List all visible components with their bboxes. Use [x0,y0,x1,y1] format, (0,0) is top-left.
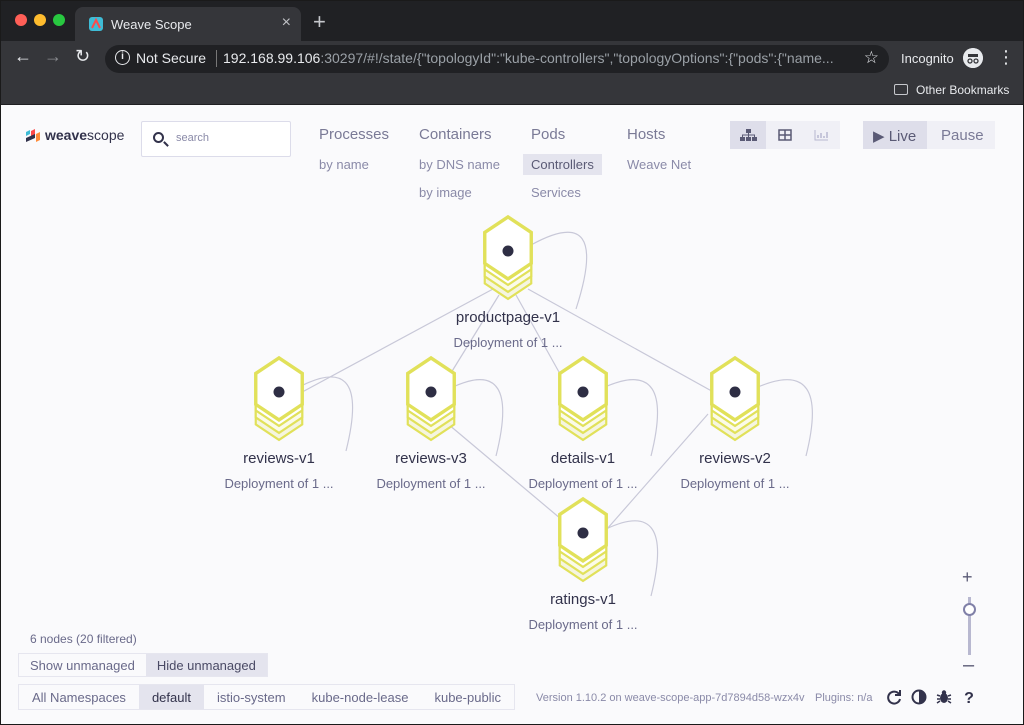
svg-text:?: ? [964,690,974,706]
namespace-all[interactable]: All Namespaces [19,685,139,709]
search-icon [153,132,164,143]
resources-view-icon [814,130,828,141]
topology-processes-by-name[interactable]: by name [319,157,369,172]
url-host: 192.168.99.106 [223,50,321,66]
maximize-window-button[interactable] [53,14,65,26]
url-path: :30297/#!/state/{"topologyId":"kube-cont… [320,50,834,66]
play-icon: ▶ [873,128,885,145]
zoom-out-icon[interactable]: – [963,654,974,677]
node-subtitle-productpage-v1: Deployment of 1 ... [453,335,563,350]
browser-tab[interactable]: Weave Scope × [75,7,301,41]
live-label: Live [888,128,917,145]
namespace-istio-system[interactable]: istio-system [204,685,299,709]
tab-strip: Weave Scope × + [1,1,1023,41]
topology-hosts-label[interactable]: Hosts [627,126,665,143]
topology-pods: Pods Controllers Services [523,126,602,200]
plugins-info: Plugins: n/a [815,692,873,704]
zoom-in-icon[interactable]: + [962,567,973,588]
other-bookmarks-link[interactable]: Other Bookmarks [916,83,1009,97]
logo-weave: weave [45,127,88,143]
table-view-button[interactable] [767,121,803,149]
graph-view-icon [740,129,757,141]
folder-icon [894,84,908,95]
bookmark-star-icon[interactable]: ☆ [864,48,879,68]
zoom-slider-thumb[interactable] [963,603,976,616]
close-window-button[interactable] [15,14,27,26]
tab-title: Weave Scope [111,17,192,32]
contrast-icon[interactable] [910,688,928,706]
topology-pods-label[interactable]: Pods [531,126,565,143]
logo-text: weavescope [45,127,124,143]
scope-page: weavescope Processes by name Containers … [1,106,1023,724]
topology-hosts-weave-net[interactable]: Weave Net [627,157,691,172]
node-subtitle-ratings-v1: Deployment of 1 ... [528,617,638,632]
close-tab-icon[interactable]: × [282,14,291,32]
debug-bug-icon[interactable] [935,688,953,706]
live-button[interactable]: ▶ Live [863,121,927,149]
topology-processes: Processes by name [319,126,389,172]
search-box[interactable] [141,121,291,157]
version-info: Version 1.10.2 on weave-scope-app-7d7894… [536,692,805,704]
node-label-reviews-v2[interactable]: reviews-v2 [635,450,835,467]
back-icon[interactable]: ← [14,46,32,67]
namespace-kube-public[interactable]: kube-public [421,685,514,709]
weave-logo-icon [26,129,40,142]
show-unmanaged-button[interactable]: Show unmanaged [19,654,146,676]
node-count: 6 nodes (20 filtered) [30,632,137,646]
node-label-ratings-v1[interactable]: ratings-v1 [483,591,683,608]
topology-containers: Containers by DNS name by image [419,126,500,200]
logo-scope: scope [87,127,125,143]
unmanaged-toggle: Show unmanaged Hide unmanaged [18,653,268,677]
view-mode-selector [730,121,840,149]
minimize-window-button[interactable] [34,14,46,26]
topology-hosts: Hosts Weave Net [627,126,691,172]
info-icon[interactable]: i [115,50,130,65]
address-bar[interactable]: i Not Secure 192.168.99.106:30297/#!/sta… [105,45,889,73]
namespace-kube-node-lease[interactable]: kube-node-lease [299,685,422,709]
topology-processes-label[interactable]: Processes [319,126,389,143]
live-pause-control: ▶ Live Pause [863,121,995,149]
node-subtitle-reviews-v2: Deployment of 1 ... [680,476,790,491]
browser-window: Weave Scope × + ← → ↻ i Not Secure 192.1… [0,0,1024,725]
table-view-icon [778,129,792,141]
topology-containers-by-image[interactable]: by image [419,185,472,200]
help-icon[interactable]: ? [960,688,978,706]
url-text[interactable]: 192.168.99.106:30297/#!/state/{"topology… [223,50,859,66]
topology-containers-label[interactable]: Containers [419,126,492,143]
pause-button[interactable]: Pause [941,127,984,144]
topology-pods-services[interactable]: Services [531,185,581,200]
incognito-icon[interactable] [963,48,983,68]
browser-toolbar: ← → ↻ i Not Secure 192.168.99.106:30297/… [1,41,1023,77]
incognito-label: Incognito [901,51,954,66]
hide-unmanaged-button[interactable]: Hide unmanaged [145,654,267,676]
forward-icon[interactable]: → [44,46,62,67]
security-label: Not Secure [136,50,207,66]
weave-scope-favicon-icon [89,17,103,31]
topology-containers-by-dns-name[interactable]: by DNS name [419,157,500,172]
refresh-icon[interactable] [885,688,903,706]
resources-view-button[interactable] [803,121,839,149]
namespace-selector: All Namespaces default istio-system kube… [18,684,515,710]
topology-pods-controllers[interactable]: Controllers [523,154,602,175]
namespace-default[interactable]: default [138,685,204,709]
node-label-productpage-v1[interactable]: productpage-v1 [408,309,608,326]
search-input[interactable] [176,132,286,144]
bookmarks-bar: Other Bookmarks [1,77,1023,105]
graph-view-button[interactable] [730,121,766,149]
browser-menu-icon[interactable]: ⋮ [997,47,1015,68]
reload-icon[interactable]: ↻ [75,46,90,67]
new-tab-icon[interactable]: + [313,9,326,35]
divider [216,50,217,67]
